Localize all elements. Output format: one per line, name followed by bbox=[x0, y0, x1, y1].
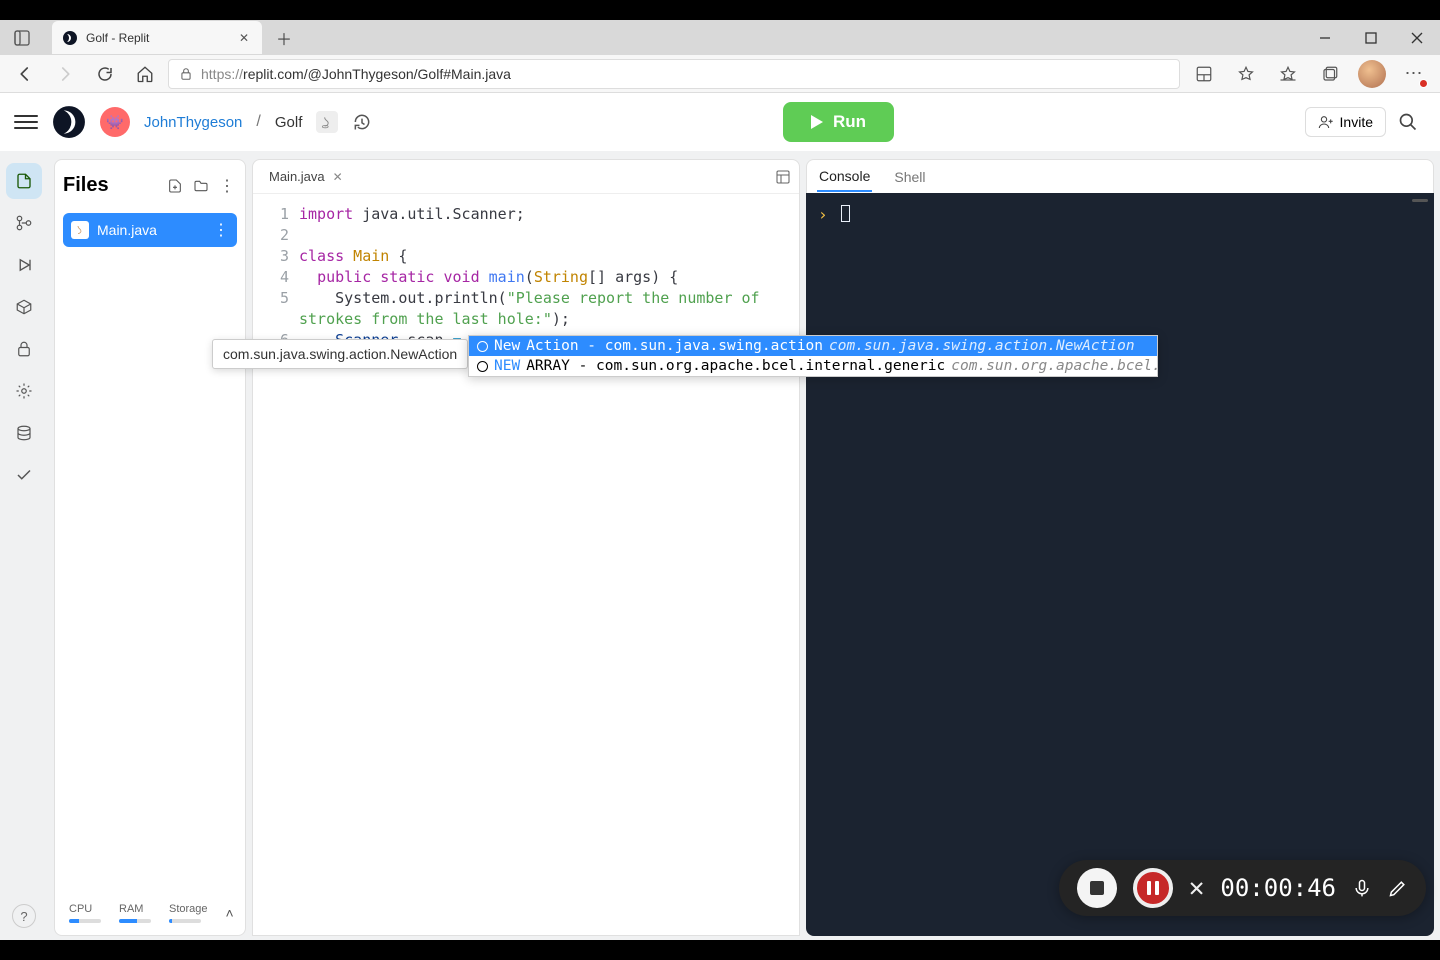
file-name: Main.java bbox=[97, 222, 157, 238]
editor-tab-label: Main.java bbox=[269, 169, 325, 184]
autocomplete-popup[interactable]: NewAction - com.sun.java.swing.action co… bbox=[468, 335, 1158, 377]
vcs-rail-icon[interactable] bbox=[6, 205, 42, 241]
secrets-rail-icon[interactable] bbox=[6, 331, 42, 367]
files-title: Files bbox=[63, 174, 165, 197]
browser-toolbar: https://replit.com/@JohnThygeson/Golf#Ma… bbox=[0, 55, 1440, 93]
resize-handle-icon[interactable] bbox=[1412, 199, 1428, 202]
editor-panel: Main.java ✕ 1import java.util.Scanner; 2… bbox=[252, 159, 800, 936]
console-tabs: Console Shell bbox=[806, 159, 1434, 193]
files-panel: Files ⋮ Main.java ⋮ CPU RAM Storage ˄ bbox=[54, 159, 246, 936]
tab-actions-icon[interactable] bbox=[0, 20, 44, 55]
person-plus-icon bbox=[1318, 114, 1334, 130]
close-tab-icon[interactable]: ✕ bbox=[236, 30, 252, 46]
checkmark-rail-icon[interactable] bbox=[6, 457, 42, 493]
invite-button[interactable]: Invite bbox=[1305, 107, 1386, 137]
profile-avatar[interactable] bbox=[1354, 56, 1390, 92]
debugger-rail-icon[interactable] bbox=[6, 247, 42, 283]
screen-recorder-widget[interactable]: ✕ 00:00:46 bbox=[1059, 860, 1426, 916]
breadcrumb-user[interactable]: JohnThygeson bbox=[144, 114, 242, 131]
tab-console[interactable]: Console bbox=[817, 162, 872, 192]
run-label: Run bbox=[833, 112, 866, 132]
collections-icon[interactable] bbox=[1312, 56, 1348, 92]
console-prompt: › bbox=[818, 205, 828, 224]
tab-shell[interactable]: Shell bbox=[892, 163, 927, 191]
symbol-circle-icon bbox=[477, 361, 488, 372]
replit-app: 👾 JohnThygeson / Golf Run Invite bbox=[0, 93, 1440, 940]
replit-logo-icon[interactable] bbox=[52, 105, 86, 139]
files-kebab-icon[interactable]: ⋮ bbox=[217, 176, 237, 196]
console-output[interactable]: › ✕ 00:00:46 bbox=[806, 193, 1434, 936]
favorites-list-icon[interactable] bbox=[1270, 56, 1306, 92]
replit-favicon-icon bbox=[62, 30, 78, 46]
url-bar[interactable]: https://replit.com/@JohnThygeson/Golf#Ma… bbox=[168, 59, 1180, 89]
resource-meters[interactable]: CPU RAM Storage ˄ bbox=[63, 899, 237, 927]
reload-button[interactable] bbox=[88, 57, 122, 91]
back-button[interactable] bbox=[8, 57, 42, 91]
autocomplete-doc-tooltip: com.sun.java.swing.action.NewAction bbox=[212, 339, 468, 369]
code-editor[interactable]: 1import java.util.Scanner; 2 3class Main… bbox=[253, 194, 799, 935]
packages-rail-icon[interactable] bbox=[6, 289, 42, 325]
invite-label: Invite bbox=[1340, 114, 1373, 130]
language-icon[interactable] bbox=[316, 111, 338, 133]
home-button[interactable] bbox=[128, 57, 162, 91]
pencil-icon[interactable] bbox=[1388, 878, 1408, 898]
run-button[interactable]: Run bbox=[783, 102, 894, 142]
favorite-star-icon[interactable] bbox=[1228, 56, 1264, 92]
recorder-timer: 00:00:46 bbox=[1220, 874, 1336, 902]
search-button[interactable] bbox=[1398, 112, 1426, 132]
autocomplete-item[interactable]: NewAction - com.sun.java.swing.action co… bbox=[469, 336, 1157, 356]
window-maximize-button[interactable] bbox=[1348, 20, 1394, 55]
help-button[interactable]: ? bbox=[12, 904, 36, 928]
editor-tabs: Main.java ✕ bbox=[253, 160, 799, 194]
console-cursor bbox=[841, 205, 850, 222]
files-rail-icon[interactable] bbox=[6, 163, 42, 199]
microphone-icon[interactable] bbox=[1352, 878, 1372, 898]
notification-badge-icon bbox=[1419, 79, 1428, 88]
ram-meter: RAM bbox=[119, 903, 151, 923]
file-item-main-java[interactable]: Main.java ⋮ bbox=[63, 213, 237, 247]
new-tab-button[interactable]: ＋ bbox=[268, 22, 300, 54]
layout-icon[interactable] bbox=[775, 169, 791, 185]
browser-tab[interactable]: Golf - Replit ✕ bbox=[52, 21, 262, 54]
app-content: ? Files ⋮ Main.java ⋮ CPU RAM Stora bbox=[0, 151, 1440, 940]
breadcrumb-sep: / bbox=[256, 113, 260, 131]
browser-titlebar: Golf - Replit ✕ ＋ bbox=[0, 20, 1440, 55]
new-folder-icon[interactable] bbox=[191, 176, 211, 196]
browser-menu-button[interactable]: ⋯ bbox=[1396, 56, 1432, 92]
window-minimize-button[interactable] bbox=[1302, 20, 1348, 55]
app-header: 👾 JohnThygeson / Golf Run Invite bbox=[0, 93, 1440, 151]
close-editor-tab-icon[interactable]: ✕ bbox=[333, 170, 343, 184]
play-icon bbox=[811, 115, 823, 129]
recorder-close-button[interactable]: ✕ bbox=[1189, 873, 1205, 903]
editor-tab-main-java[interactable]: Main.java ✕ bbox=[261, 165, 351, 188]
lock-icon bbox=[179, 67, 193, 81]
recorder-pause-button[interactable] bbox=[1133, 868, 1173, 908]
user-avatar-icon[interactable]: 👾 bbox=[100, 107, 130, 137]
tab-title: Golf - Replit bbox=[86, 31, 228, 45]
storage-meter: Storage bbox=[169, 903, 208, 923]
app-panel-icon[interactable] bbox=[1186, 56, 1222, 92]
forward-button[interactable] bbox=[48, 57, 82, 91]
java-file-icon bbox=[71, 221, 89, 239]
hamburger-menu-button[interactable] bbox=[14, 115, 38, 129]
left-rail: ? bbox=[0, 159, 48, 936]
window-close-button[interactable] bbox=[1394, 20, 1440, 55]
new-file-icon[interactable] bbox=[165, 176, 185, 196]
file-kebab-icon[interactable]: ⋮ bbox=[213, 220, 229, 240]
breadcrumb-project: Golf bbox=[275, 114, 303, 131]
settings-rail-icon[interactable] bbox=[6, 373, 42, 409]
chevron-up-icon[interactable]: ˄ bbox=[226, 905, 234, 921]
symbol-circle-icon bbox=[477, 341, 488, 352]
cpu-meter: CPU bbox=[69, 903, 101, 923]
url-text: https://replit.com/@JohnThygeson/Golf#Ma… bbox=[201, 66, 511, 82]
autocomplete-item[interactable]: NEWARRAY - com.sun.org.apache.bcel.inter… bbox=[469, 356, 1157, 376]
console-panel: Console Shell › ✕ 00:00:46 bbox=[806, 159, 1434, 936]
database-rail-icon[interactable] bbox=[6, 415, 42, 451]
recorder-stop-button[interactable] bbox=[1077, 868, 1117, 908]
main-panels: Main.java ✕ 1import java.util.Scanner; 2… bbox=[252, 159, 1434, 936]
history-icon[interactable] bbox=[352, 112, 372, 132]
